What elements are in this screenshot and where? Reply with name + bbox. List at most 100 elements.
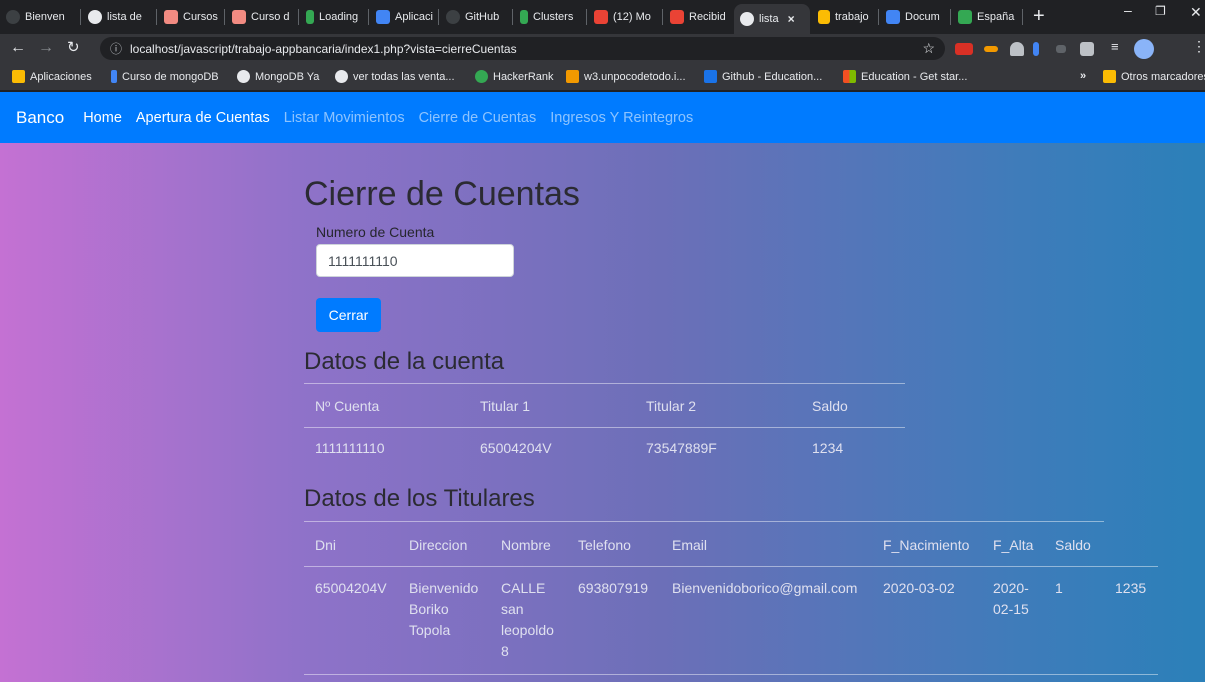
table-cell: 2020-03-02 <box>883 580 955 596</box>
table-header: Saldo <box>1055 537 1091 553</box>
browser-tab[interactable]: Bienven <box>0 5 78 29</box>
bookmark-label: w3.unpocodetodo.i... <box>584 70 686 83</box>
adblock-icon[interactable] <box>955 43 973 55</box>
extension-icon[interactable] <box>984 46 998 52</box>
browser-tab[interactable]: España <box>952 5 1022 29</box>
table-divider <box>304 674 1158 675</box>
table-cell: CALLE san leopoldo 8 <box>501 580 554 659</box>
folder-icon <box>1103 70 1116 83</box>
extension-icon[interactable] <box>1056 45 1066 53</box>
tab-title: Cursos <box>183 11 218 23</box>
tab-favicon-icon <box>232 10 246 24</box>
page-title: Cierre de Cuentas <box>304 175 580 213</box>
nav-link-apertura[interactable]: Apertura de Cuentas <box>136 110 270 126</box>
bookmark-star-icon[interactable]: ☆ <box>922 40 935 57</box>
reload-icon[interactable]: ↻ <box>67 38 80 58</box>
tab-favicon-icon <box>670 10 684 24</box>
tab-title: Aplicaci <box>395 11 433 23</box>
google-icon <box>335 70 348 83</box>
nav-link-ingresos[interactable]: Ingresos Y Reintegros <box>550 110 693 126</box>
browser-tab[interactable]: Loading <box>300 5 368 29</box>
bookmark-item[interactable]: Education - Get star... <box>843 70 967 83</box>
other-bookmarks[interactable]: Otros marcadores <box>1103 70 1205 83</box>
nav-link-cierre[interactable]: Cierre de Cuentas <box>419 110 537 126</box>
tab-separator <box>298 9 299 25</box>
tab-title: lista de <box>107 11 142 23</box>
nav-link-movimientos[interactable]: Listar Movimientos <box>284 110 405 126</box>
address-bar[interactable]: ⓘ localhost/javascript/trabajo-appbancar… <box>100 37 945 60</box>
tab-favicon-icon <box>818 10 830 24</box>
bookmark-item[interactable]: HackerRank <box>475 70 554 83</box>
table-cell: 65004204V <box>315 580 387 596</box>
bookmark-item[interactable]: Github - Education... <box>704 70 822 83</box>
tab-separator <box>438 9 439 25</box>
browser-tab[interactable]: GitHub <box>440 5 512 29</box>
tab-title: Clusters <box>533 11 574 23</box>
bookmark-item[interactable]: Curso de mongoDB <box>111 70 219 83</box>
browser-tab[interactable]: (12) Mo <box>588 5 662 29</box>
forward-arrow-icon[interactable]: → <box>38 38 54 58</box>
navbar-brand[interactable]: Banco <box>16 108 64 128</box>
bookmark-label: Aplicaciones <box>30 70 92 83</box>
browser-tab-strip: Bienven lista de Cursos Curso d Loading … <box>0 0 1205 34</box>
bookmark-item[interactable]: w3.unpocodetodo.i... <box>566 70 686 83</box>
tab-favicon-icon <box>520 10 528 24</box>
account-number-label: Numero de Cuenta <box>316 224 435 240</box>
table-header: F_Alta <box>993 537 1034 553</box>
table-header: Nº Cuenta <box>315 398 380 414</box>
table-cell: 693807919 <box>578 580 649 596</box>
bookmark-item[interactable]: ver todas las venta... <box>335 70 455 83</box>
account-number-input[interactable] <box>316 244 514 277</box>
nav-link-home[interactable]: Home <box>83 110 122 126</box>
browser-tab[interactable]: lista de <box>82 5 156 29</box>
account-section-heading: Datos de la cuenta <box>304 348 505 375</box>
tab-title: Curso d <box>251 11 290 23</box>
restore-icon[interactable]: ❐ <box>1155 4 1166 18</box>
tab-separator <box>878 9 879 25</box>
tab-favicon-icon <box>958 10 972 24</box>
bookmark-label: Curso de mongoDB <box>122 70 219 83</box>
menu-kebab-icon[interactable]: ⋮ <box>1192 38 1205 54</box>
tab-title: Bienven <box>25 11 65 23</box>
table-header: Titular 1 <box>480 398 531 414</box>
browser-tab[interactable]: Clusters <box>514 5 586 29</box>
table-cell: 73547889F <box>646 440 717 456</box>
close-account-button[interactable]: Cerrar <box>316 298 381 332</box>
browser-tab-active[interactable]: lista × <box>734 4 810 34</box>
minimize-icon[interactable]: – <box>1124 2 1132 18</box>
extension-icon[interactable] <box>1033 42 1039 56</box>
back-arrow-icon[interactable]: ← <box>10 38 26 58</box>
browser-tab[interactable]: Aplicaci <box>370 5 438 29</box>
browser-tab[interactable]: Recibid <box>664 5 732 29</box>
new-tab-icon[interactable]: + <box>1033 5 1045 27</box>
tab-title: lista <box>759 13 779 25</box>
browser-tab[interactable]: Curso d <box>226 5 298 29</box>
address-url[interactable]: localhost/javascript/trabajo-appbancaria… <box>130 42 517 56</box>
close-tab-icon[interactable]: × <box>788 12 795 26</box>
tab-favicon-icon <box>376 10 390 24</box>
bookmark-label: Education - Get star... <box>861 70 968 83</box>
browser-tab[interactable]: Docum <box>880 5 950 29</box>
browser-tab[interactable]: Cursos <box>158 5 224 29</box>
site-info-icon[interactable]: ⓘ <box>110 40 122 57</box>
table-header: Telefono <box>578 537 631 553</box>
drive-extension-icon[interactable] <box>1010 42 1024 56</box>
table-header: Nombre <box>501 537 551 553</box>
w3-icon <box>566 70 579 83</box>
bookmarks-overflow-icon[interactable]: » <box>1080 70 1086 82</box>
close-window-icon[interactable]: ✕ <box>1190 4 1202 21</box>
table-header: F_Nacimiento <box>883 537 970 553</box>
tab-favicon-icon <box>164 10 178 24</box>
table-divider <box>304 521 1104 522</box>
tab-title: (12) Mo <box>613 11 651 23</box>
reading-list-icon[interactable]: ≡ <box>1111 39 1125 54</box>
bookmark-label: MongoDB Ya <box>255 70 320 83</box>
bookmark-apps[interactable]: Aplicaciones <box>12 70 92 83</box>
profile-avatar[interactable] <box>1134 39 1154 59</box>
table-cell: Bienvenido Boriko Topola <box>409 580 479 638</box>
table-header: Saldo <box>812 398 848 414</box>
microsoft-icon <box>843 70 856 83</box>
extension-icon[interactable] <box>1080 42 1094 56</box>
browser-tab[interactable]: trabajo <box>812 5 878 29</box>
bookmark-item[interactable]: MongoDB Ya <box>237 70 319 83</box>
